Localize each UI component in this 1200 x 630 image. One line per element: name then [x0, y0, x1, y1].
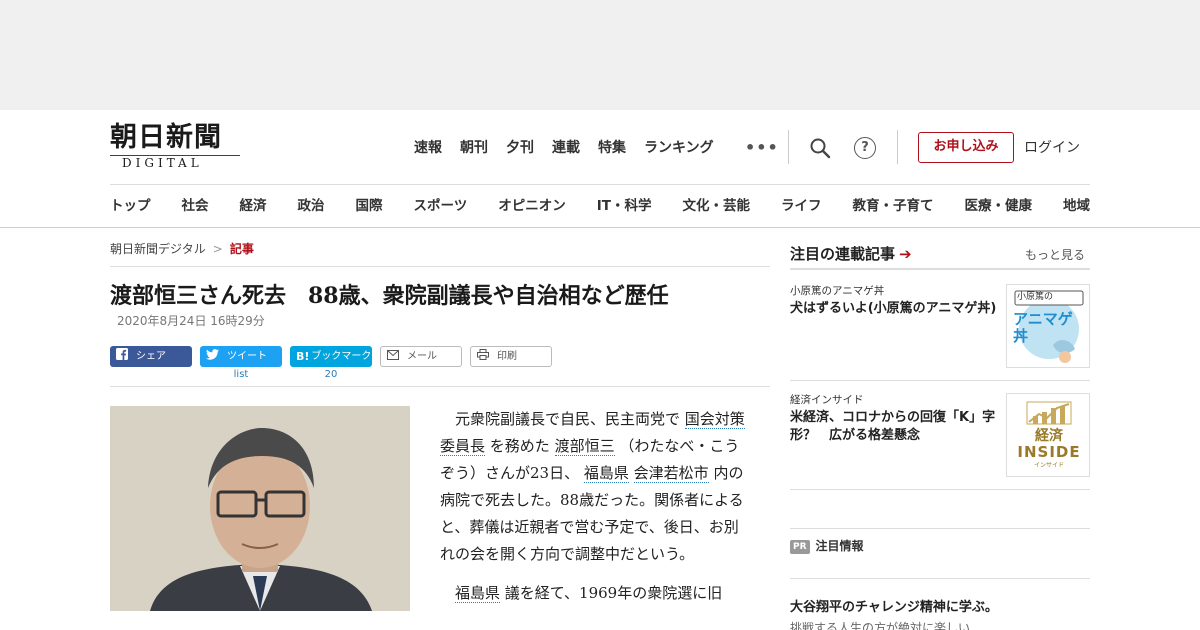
article-datetime: 2020年8月24日 16時29分 [117, 314, 265, 328]
thumbnail-title: アニマゲ丼 [1013, 310, 1073, 345]
series-label: 小原篤のアニマゲ丼 [790, 285, 885, 297]
series-label: 経済インサイド [790, 394, 864, 406]
card-divider [790, 489, 1090, 490]
category-local[interactable]: 地域 [1063, 195, 1090, 217]
asahi-digital-logo[interactable]: 朝日新聞 DIGITAL [110, 124, 242, 170]
print-icon [477, 346, 489, 367]
category-politics[interactable]: 政治 [298, 195, 325, 217]
arrow-right-icon: ➔ [899, 245, 912, 263]
facebook-icon [116, 346, 128, 367]
category-education[interactable]: 教育・子育て [852, 195, 933, 217]
article-paragraph: 福島県 議を経て、1969年の衆院選に旧 [440, 580, 752, 607]
article-text: を務めた [489, 437, 550, 455]
keyword-link[interactable]: 会津若松市 [633, 464, 709, 483]
article-text: 議を経て、1969年の衆院選に旧 [504, 584, 723, 602]
category-health[interactable]: 医療・健康 [964, 195, 1032, 217]
nav-choukan[interactable]: 朝刊 [460, 137, 488, 159]
hatena-bookmark-label: ブックマーク [311, 351, 372, 362]
site-header: 朝日新聞 DIGITAL 速報 朝刊 夕刊 連載 特集 ランキング ••• ? … [0, 110, 1200, 228]
category-economy[interactable]: 経済 [240, 195, 267, 217]
series-thumbnail[interactable]: 小原篤の アニマゲ丼 [1006, 284, 1090, 368]
article-text: 元衆院副議長で自民、民主両党で [455, 410, 681, 428]
pr-divider [790, 578, 1090, 579]
featured-series-heading[interactable]: 注目の連載記事 ➔ [790, 244, 912, 264]
card-divider [790, 380, 1090, 381]
hatena-count[interactable]: 20 [290, 369, 372, 381]
pr-title[interactable]: 大谷翔平のチャレンジ精神に学ぶ。 [790, 599, 998, 617]
pr-subtitle[interactable]: 挑戦する人生の方が絶対に楽しい [790, 620, 970, 630]
more-menu-icon[interactable]: ••• [745, 137, 779, 159]
article-paragraph: 元衆院副議長で自民、民主両党で 国会対策委員長 を務めた 渡部恒三 （わたなべ・… [440, 406, 752, 568]
ad-banner-area [0, 0, 1200, 110]
twitter-share-label: ツイート [227, 351, 267, 362]
category-opinion[interactable]: オピニオン [498, 195, 566, 217]
card-divider [790, 528, 1090, 529]
print-label: 印刷 [497, 351, 517, 362]
twitter-bird-icon [206, 346, 219, 367]
category-sports[interactable]: スポーツ [414, 195, 468, 217]
top-nav: 速報 朝刊 夕刊 連載 特集 ランキング [414, 137, 732, 159]
article-photo[interactable] [110, 406, 410, 611]
article-headline: 渡部恒三さん死去 88歳、衆院副議長や自治相など歴任 [110, 283, 669, 309]
facebook-share-label: シェア [136, 351, 166, 362]
breadcrumb-home[interactable]: 朝日新聞デジタル [110, 242, 206, 256]
logo-title: 朝日新聞 [110, 122, 222, 153]
category-culture[interactable]: 文化・芸能 [682, 195, 750, 217]
article-body: 元衆院副議長で自民、民主両党で 国会対策委員長 を務めた 渡部恒三 （わたなべ・… [440, 406, 752, 607]
header-divider [110, 184, 1090, 185]
pr-label: 注目情報 [815, 539, 864, 553]
featured-series-title: 注目の連載記事 [790, 245, 896, 263]
subscribe-button[interactable]: お申し込み [918, 132, 1014, 163]
breadcrumb-divider [110, 266, 770, 267]
breadcrumb-separator: > [212, 242, 223, 256]
hatena-icon: B! [296, 350, 310, 363]
mail-icon [387, 346, 399, 367]
share-divider [110, 386, 770, 387]
category-it-science[interactable]: IT・科学 [597, 195, 652, 217]
series-title[interactable]: 米経済、コロナからの回復「K」字形？ 広がる格差懸念 [790, 409, 998, 445]
nav-tokushu[interactable]: 特集 [598, 137, 626, 159]
nav-sokuho[interactable]: 速報 [414, 137, 442, 159]
sidebar-divider [790, 268, 1090, 270]
category-nav: トップ 社会 経済 政治 国際 スポーツ オピニオン IT・科学 文化・芸能 ラ… [110, 195, 1090, 217]
hatena-bookmark-button[interactable]: B! ブックマーク [290, 346, 372, 367]
breadcrumb: 朝日新聞デジタル > 記事 [110, 240, 254, 258]
keyword-link[interactable]: 渡部恒三 [554, 437, 615, 456]
facebook-share-button[interactable]: シェア [110, 346, 192, 367]
category-international[interactable]: 国際 [356, 195, 383, 217]
category-society[interactable]: 社会 [182, 195, 209, 217]
keyword-link[interactable]: 福島県 [455, 584, 501, 603]
series-card[interactable]: 小原篤のアニマゲ丼 犬はずるいよ(小原篤のアニマゲ丼) 小原篤の アニマゲ丼 [790, 284, 1090, 368]
help-icon[interactable]: ? [854, 137, 876, 159]
nav-ranking[interactable]: ランキング [644, 137, 714, 159]
twitter-share-button[interactable]: ツイート [200, 346, 282, 367]
category-top[interactable]: トップ [110, 195, 151, 217]
pr-badge: PR [790, 540, 810, 554]
thumbnail-subtitle: インサイド [1033, 462, 1064, 469]
breadcrumb-current: 記事 [229, 242, 254, 256]
series-title[interactable]: 犬はずるいよ(小原篤のアニマゲ丼) [790, 300, 998, 318]
print-button[interactable]: 印刷 [470, 346, 552, 367]
thumbnail-title: INSIDE [1017, 443, 1081, 461]
twitter-count[interactable]: list [200, 369, 282, 381]
nav-rensai[interactable]: 連載 [552, 137, 580, 159]
series-thumbnail[interactable]: 経済 INSIDE インサイド [1006, 393, 1090, 477]
nav-divider [897, 130, 898, 164]
mail-share-label: メール [407, 351, 437, 362]
keyword-link[interactable]: 福島県 [583, 464, 629, 483]
thumbnail-caption: 小原篤の [1017, 292, 1054, 302]
search-icon[interactable] [808, 136, 832, 160]
nav-divider [788, 130, 789, 164]
pr-heading: PR 注目情報 [790, 538, 864, 554]
series-card[interactable]: 経済インサイド 米経済、コロナからの回復「K」字形？ 広がる格差懸念 経済 IN… [790, 393, 1090, 477]
see-more-link[interactable]: もっと見る [1025, 246, 1085, 264]
mail-share-button[interactable]: メール [380, 346, 462, 367]
thumbnail-caption: 経済 [1035, 428, 1063, 444]
logo-subtitle: DIGITAL [122, 156, 203, 170]
login-link[interactable]: ログイン [1024, 137, 1080, 159]
category-life[interactable]: ライフ [781, 195, 822, 217]
nav-yuukan[interactable]: 夕刊 [506, 137, 534, 159]
